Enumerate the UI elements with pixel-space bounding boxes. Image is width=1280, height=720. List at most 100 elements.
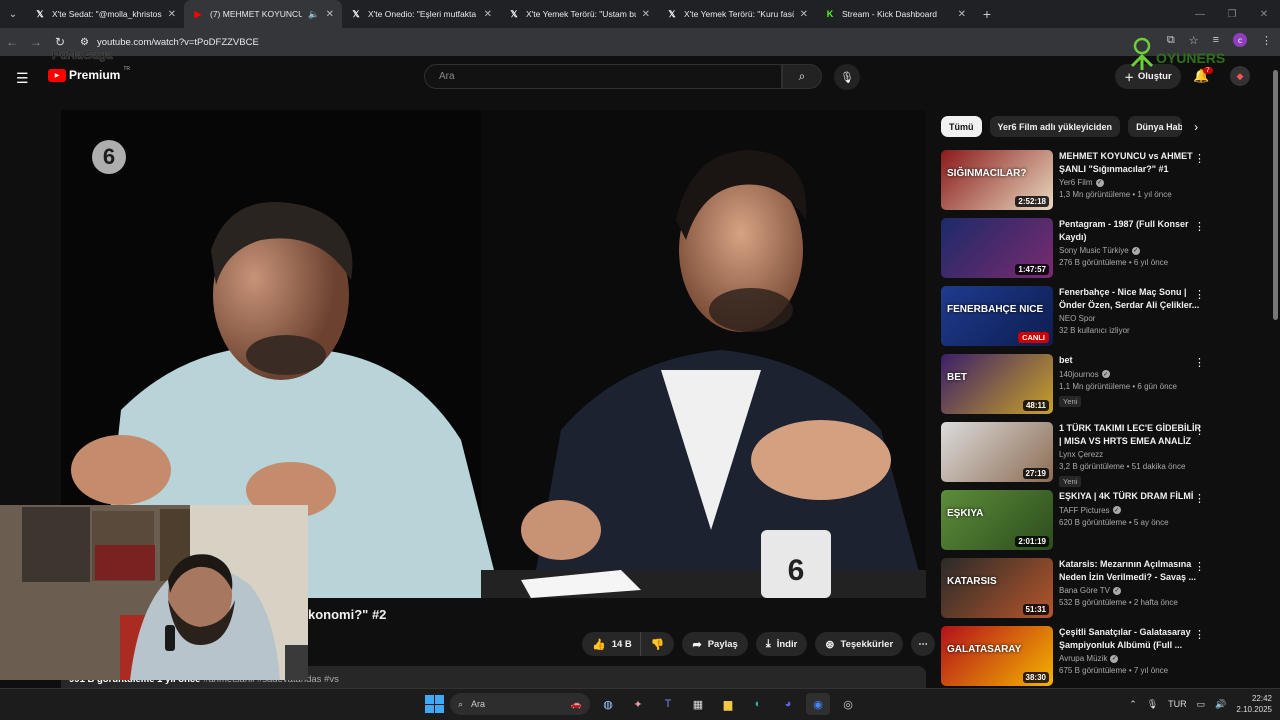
recommendation-item[interactable]: GALATASARAY 38:30 Çeşitli Sanatçılar - Gal… [941,626,1221,694]
video-thumbnail[interactable]: SIĞINMACILAR? 2:52:18 [941,150,1053,210]
thumbnail-caption: FENERBAHÇE NICE [947,304,1044,315]
channel-name[interactable]: Lynx Çerezz [1059,450,1201,459]
recommendation-item[interactable]: BET 48:11 bet 140journos ✓ 1,1 Mn görüntüleme… [941,354,1221,422]
browser-tab[interactable]: K Stream - Kick Dashboard ✕ [816,0,974,28]
video-title[interactable]: Fenerbahçe - Nice Maç Sonu | Önder Özen,… [1059,286,1201,311]
back-icon[interactable]: ← [0,35,24,49]
more-vertical-icon[interactable]: ⋮ [1194,424,1205,437]
video-title[interactable]: 1 TÜRK TAKIMI LEC'E GİDEBİLİR | MISA VS … [1059,422,1201,447]
hamburger-menu-icon[interactable]: ☰ [16,70,29,87]
video-thumbnail[interactable]: KATARSIS 51:31 [941,558,1053,618]
audio-playing-icon[interactable]: 🔈 [308,9,319,20]
video-thumbnail[interactable]: EŞKIYA 2:01:19 [941,490,1053,550]
chip-world-news[interactable]: Dünya Hab [1128,116,1183,137]
recommendation-item[interactable]: SIĞINMACILAR? 2:52:18 MEHMET KOYUNCU vs AH… [941,150,1221,218]
close-tab-icon[interactable]: ✕ [958,9,966,20]
more-vertical-icon[interactable]: ⋮ [1194,356,1205,369]
recommendation-item[interactable]: KATARSIS 51:31 Katarsis: Mezarının Açılmas… [941,558,1221,626]
restore-icon[interactable]: ❐ [1216,9,1248,20]
scrollbar-thumb[interactable] [1273,70,1278,320]
recommendation-item[interactable]: 27:19 1 TÜRK TAKIMI LEC'E GİDEBİLİR | MIS… [941,422,1221,490]
search-input[interactable]: Ara [424,64,782,89]
browser-tab[interactable]: 𝕏 X'te Onedio: "Eşleri mutfakta ya ✕ [342,0,500,28]
edge-icon[interactable]: ◐ [746,693,770,715]
video-thumbnail[interactable]: FENERBAHÇE NICE CANLI [941,286,1053,346]
channel-name[interactable]: 140journos ✓ [1059,370,1201,379]
close-tab-icon[interactable]: ✕ [484,9,492,20]
teams-icon[interactable]: T [656,693,680,715]
more-vertical-icon[interactable]: ⋮ [1194,492,1205,505]
video-title[interactable]: Katarsis: Mezarının Açılmasına Neden İzi… [1059,558,1201,583]
channel-name[interactable]: Bana Göre TV ✓ [1059,586,1201,595]
video-title[interactable]: MEHMET KOYUNCU vs AHMET ŞANLI "Sığınmacı… [1059,150,1201,175]
more-vertical-icon[interactable]: ⋮ [1194,288,1205,301]
video-title[interactable]: EŞKIYA | 4K TÜRK DRAM FİLMİ [1059,490,1201,503]
video-title[interactable]: Çeşitli Sanatçılar - Galatasaray Şampiyo… [1059,626,1201,651]
video-thumbnail[interactable]: 27:19 [941,422,1053,482]
chip-uploader[interactable]: Yer6 Film adlı yükleyiciden [989,116,1121,137]
copilot-icon[interactable]: ✦ [626,693,650,715]
video-thumbnail[interactable]: GALATASARAY 38:30 [941,626,1053,686]
thumbnail-caption: KATARSIS [947,576,997,587]
more-vertical-icon[interactable]: ⋮ [1194,220,1205,233]
obs-icon[interactable]: ◎ [836,693,860,715]
voice-search-button[interactable]: 🎙 [834,64,860,90]
video-title[interactable]: bet [1059,354,1201,367]
url-field[interactable]: ⚙ youtube.com/watch?v=tPoDFZZVBCE [80,32,1200,52]
close-window-icon[interactable]: ✕ [1248,9,1280,20]
recommendation-item[interactable]: EŞKIYA 2:01:19 EŞKIYA | 4K TÜRK DRAM FİLMİ… [941,490,1221,558]
store-icon[interactable]: ▦ [686,693,710,715]
chip-all[interactable]: Tümü [941,116,982,137]
page-scrollbar[interactable] [1270,56,1280,686]
share-button[interactable]: ➦ Paylaş [682,632,748,656]
chrome-icon[interactable]: ◉ [806,693,830,715]
video-thumbnail[interactable]: BET 48:11 [941,354,1053,414]
browser-tab[interactable]: 𝕏 X'te Yemek Terörü: "Kuru fasülye ✕ [658,0,816,28]
task-view-icon[interactable]: ◍ [596,693,620,715]
clock[interactable]: 22:42 2.10.2025 [1236,693,1272,715]
channel-name[interactable]: Yer6 Film ✓ [1059,178,1201,187]
recommendation-item[interactable]: FENERBAHÇE NICE CANLI Fenerbahçe - Nice Ma… [941,286,1221,354]
more-vertical-icon[interactable]: ⋮ [1194,560,1205,573]
video-title[interactable]: Pentagram - 1987 (Full Konser Kaydı) [1059,218,1201,243]
network-icon[interactable]: ▭ [1197,699,1206,710]
reload-icon[interactable]: ↻ [48,35,72,49]
recommendation-item[interactable]: 1:47:57 Pentagram - 1987 (Full Konser Kay… [941,218,1221,286]
search-button[interactable]: ⌕ [782,64,822,89]
channel-name[interactable]: NEO Spor [1059,314,1201,323]
windows-start-icon[interactable] [424,694,444,714]
more-vertical-icon[interactable]: ⋮ [1194,628,1205,641]
microphone-tray-icon[interactable]: 🎙 [1147,699,1158,710]
site-info-icon[interactable]: ⚙ [80,37,89,48]
channel-name[interactable]: Sony Music Türkiye ✓ [1059,246,1201,255]
tray-chevron-up-icon[interactable]: ⌃ [1129,699,1137,710]
like-button[interactable]: 👍 14 B [582,632,640,656]
download-button[interactable]: ⤓ İndir [755,632,808,656]
new-tab-button[interactable]: + [974,6,1000,22]
video-thumbnail[interactable]: 1:47:57 [941,218,1053,278]
language-indicator[interactable]: TUR [1168,699,1187,709]
close-tab-icon[interactable]: ✕ [326,9,334,20]
close-tab-icon[interactable]: ✕ [168,9,176,20]
browser-tab[interactable]: 𝕏 X'te Sedat: "@molla_khristos @ ✕ [26,0,184,28]
discord-icon[interactable]: ◕ [776,693,800,715]
chevron-right-icon[interactable]: › [1194,120,1198,134]
forward-icon[interactable]: → [24,35,48,49]
browser-tab[interactable]: 𝕏 X'te Yemek Terörü: "Ustam bu p ✕ [500,0,658,28]
dislike-button[interactable]: 👎 [639,632,675,656]
channel-name[interactable]: Avrupa Müzik ✓ [1059,654,1201,663]
close-tab-icon[interactable]: ✕ [800,9,808,20]
menu-kebab-icon[interactable]: ⋮ [1261,34,1272,47]
more-vertical-icon[interactable]: ⋮ [1194,152,1205,165]
taskbar-search[interactable]: ⌕ Ara 🚗 [450,693,590,715]
close-tab-icon[interactable]: ✕ [642,9,650,20]
file-explorer-icon[interactable]: ▆ [716,693,740,715]
channel-name[interactable]: TAFF Pictures ✓ [1059,506,1201,515]
tab-search-icon[interactable]: ⌄ [0,0,26,28]
thanks-button[interactable]: ⊛ Teşekkürler [815,632,904,656]
volume-icon[interactable]: 🔊 [1215,699,1226,710]
browser-tab[interactable]: ▶ (7) MEHMET KOYUNCU vs A 🔈 ✕ [184,0,342,28]
more-actions-button[interactable]: ⋯ [911,632,936,656]
minimize-icon[interactable]: — [1184,9,1216,20]
youtube-premium-logo[interactable]: ▶ Premium TR [48,66,130,82]
